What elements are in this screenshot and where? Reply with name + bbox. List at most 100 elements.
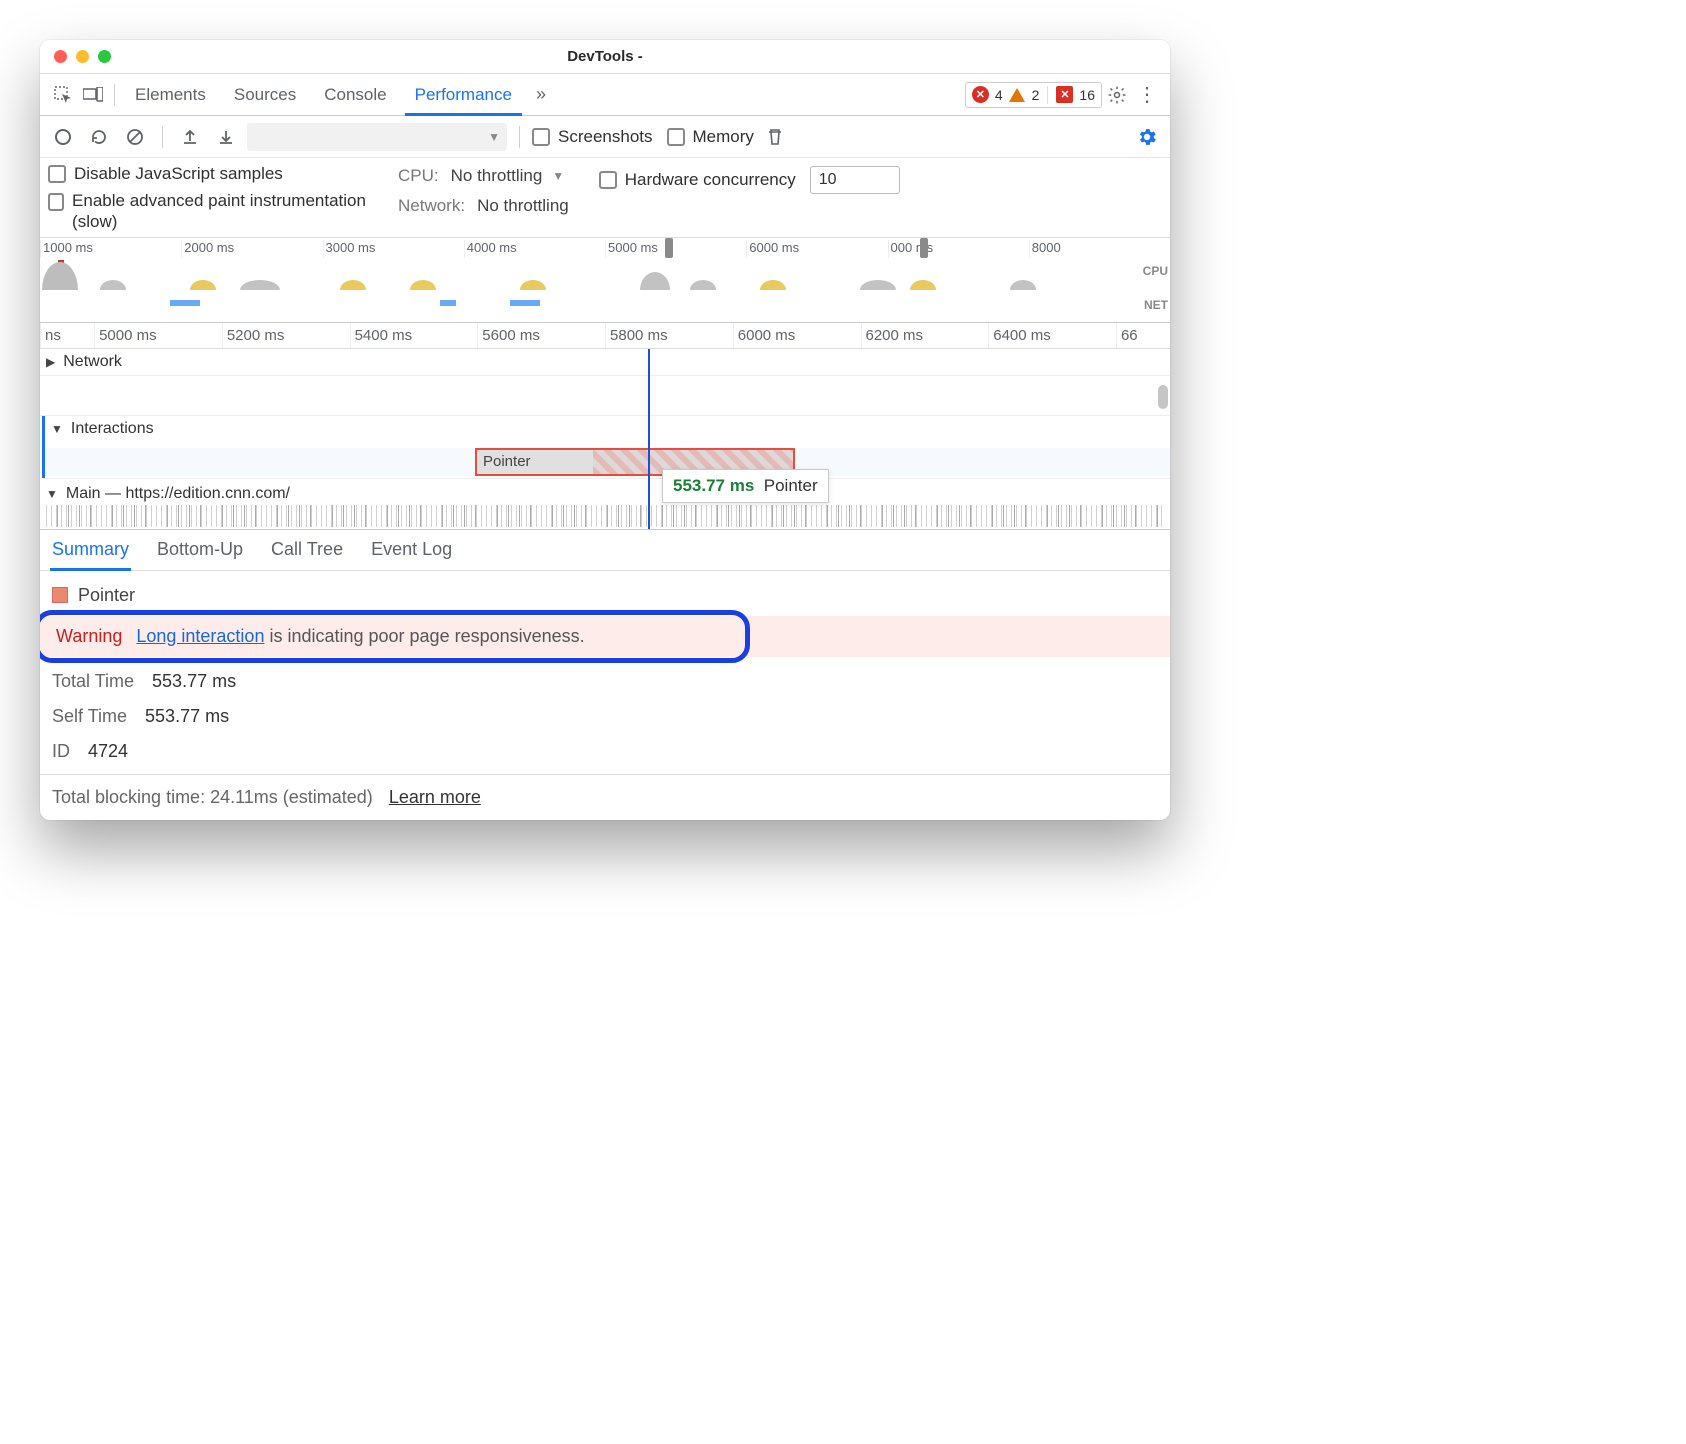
tab-event-log[interactable]: Event Log	[369, 530, 454, 570]
divider	[114, 84, 115, 106]
id-label: ID	[52, 741, 70, 762]
upload-icon[interactable]	[175, 122, 205, 152]
screenshots-label: Screenshots	[558, 127, 653, 147]
warning-icon	[1009, 86, 1026, 103]
device-toolbar-icon[interactable]	[78, 80, 108, 110]
ruler-tick: 5200 ms	[222, 323, 350, 348]
minimize-window-button[interactable]	[76, 50, 89, 63]
flame-chart-area: ▶ Network ▼ Interactions Pointer 553.77 …	[40, 349, 1170, 529]
capture-options: Disable JavaScript samples Enable advanc…	[40, 158, 1170, 237]
clear-icon[interactable]	[120, 122, 150, 152]
trash-icon[interactable]	[760, 122, 790, 152]
divider	[519, 126, 520, 148]
warning-text: is indicating poor page responsiveness.	[264, 626, 584, 646]
self-time-value: 553.77 ms	[145, 706, 229, 727]
overview-timeline[interactable]: 1000 ms 2000 ms 3000 ms 4000 ms 5000 ms …	[40, 237, 1170, 323]
inspect-icon[interactable]	[48, 80, 78, 110]
main-track[interactable]: ▼ Main — https://edition.cnn.com/	[40, 478, 1170, 529]
capture-settings-icon[interactable]	[1132, 122, 1162, 152]
violation-count: 16	[1079, 87, 1095, 103]
network-track-label: Network	[63, 353, 122, 371]
tab-summary[interactable]: Summary	[50, 530, 131, 570]
network-throttling-select[interactable]: No throttling	[477, 196, 569, 216]
overview-cpu-label: CPU	[1143, 264, 1168, 278]
event-color-swatch	[52, 587, 68, 603]
overview-tick: 1000 ms	[40, 240, 181, 258]
ruler-tick: 66	[1116, 323, 1170, 348]
interactions-track-label: Interactions	[71, 420, 154, 438]
overview-range-handle[interactable]	[920, 238, 928, 258]
memory-label: Memory	[693, 127, 754, 147]
window-controls	[40, 50, 111, 63]
playhead[interactable]	[648, 349, 650, 529]
main-track-tasks[interactable]	[46, 505, 1164, 527]
chevron-down-icon: ▼	[46, 487, 58, 501]
total-blocking-time: Total blocking time: 24.11ms (estimated)	[52, 787, 373, 808]
self-time-label: Self Time	[52, 706, 127, 727]
devtools-window: DevTools - Elements Sources Console Perf…	[40, 40, 1170, 820]
overview-tick: 000 ms	[888, 240, 1029, 258]
disable-js-samples-checkbox[interactable]: Disable JavaScript samples	[48, 164, 368, 184]
main-tabs-row: Elements Sources Console Performance » ✕…	[40, 74, 1170, 116]
recording-selector[interactable]: ▼	[247, 123, 507, 151]
issues-badge[interactable]: ✕ 4 2 ✕ 16	[965, 82, 1102, 108]
network-label: Network:	[398, 196, 465, 216]
hardware-concurrency-input[interactable]	[810, 166, 900, 194]
detail-ruler[interactable]: ns 5000 ms 5200 ms 5400 ms 5600 ms 5800 …	[40, 323, 1170, 349]
cpu-label: CPU:	[398, 166, 439, 186]
tabs-overflow-button[interactable]: »	[526, 80, 556, 110]
hardware-concurrency-checkbox[interactable]: Hardware concurrency	[599, 170, 796, 190]
tab-sources[interactable]: Sources	[220, 74, 310, 115]
network-track-header[interactable]: ▶ Network	[40, 349, 1170, 376]
close-window-button[interactable]	[54, 50, 67, 63]
overview-tick: 3000 ms	[323, 240, 464, 258]
long-interaction-link[interactable]: Long interaction	[136, 626, 264, 646]
network-track-body[interactable]	[40, 376, 1170, 416]
tab-bottom-up[interactable]: Bottom-Up	[155, 530, 245, 570]
ruler-tick: ns	[40, 323, 94, 348]
overview-net-bar	[440, 300, 456, 306]
tooltip-label: Pointer	[764, 476, 818, 495]
advanced-paint-label: Enable advanced paint instrumentation (s…	[72, 190, 368, 233]
memory-checkbox[interactable]: Memory	[667, 127, 754, 147]
overview-tick: 2000 ms	[181, 240, 322, 258]
divider	[162, 126, 163, 148]
advanced-paint-checkbox[interactable]: Enable advanced paint instrumentation (s…	[48, 190, 368, 233]
overview-tick: 5000 ms	[605, 240, 746, 258]
performance-toolbar: ▼ Screenshots Memory	[40, 116, 1170, 158]
overview-cpu-graph	[40, 258, 1140, 294]
settings-icon[interactable]	[1102, 80, 1132, 110]
tab-elements[interactable]: Elements	[121, 74, 220, 115]
divider	[1047, 86, 1048, 104]
ruler-tick: 6200 ms	[861, 323, 989, 348]
zoom-window-button[interactable]	[98, 50, 111, 63]
download-icon[interactable]	[211, 122, 241, 152]
tab-call-tree[interactable]: Call Tree	[269, 530, 345, 570]
overview-tick: 8000	[1029, 240, 1170, 258]
hardware-concurrency-label: Hardware concurrency	[625, 170, 796, 190]
ruler-tick: 6400 ms	[988, 323, 1116, 348]
reload-record-icon[interactable]	[84, 122, 114, 152]
tab-console[interactable]: Console	[310, 74, 400, 115]
tab-performance[interactable]: Performance	[401, 74, 526, 115]
vertical-scrollbar-thumb[interactable]	[1158, 385, 1168, 409]
learn-more-link[interactable]: Learn more	[389, 787, 481, 808]
overview-net-bar	[170, 300, 200, 306]
record-icon[interactable]	[48, 122, 78, 152]
screenshots-checkbox[interactable]: Screenshots	[532, 127, 653, 147]
cpu-throttling-value: No throttling	[451, 166, 543, 186]
cpu-throttling-select[interactable]: No throttling ▼	[451, 166, 565, 186]
more-icon[interactable]: ⋮	[1132, 80, 1162, 110]
overview-net-bar	[510, 300, 540, 306]
id-value: 4724	[88, 741, 128, 762]
overview-range-handle[interactable]	[665, 238, 673, 258]
interactions-track[interactable]: ▼ Interactions Pointer	[42, 416, 1170, 478]
total-time-label: Total Time	[52, 671, 134, 692]
window-title: DevTools -	[40, 48, 1170, 65]
chevron-right-icon: ▶	[46, 355, 55, 369]
overview-net-label: NET	[1144, 298, 1168, 312]
overview-tick: 4000 ms	[464, 240, 605, 258]
warning-row: Warning Long interaction is indicating p…	[40, 616, 1170, 657]
overview-tick: 6000 ms	[746, 240, 887, 258]
ruler-tick: 5800 ms	[605, 323, 733, 348]
